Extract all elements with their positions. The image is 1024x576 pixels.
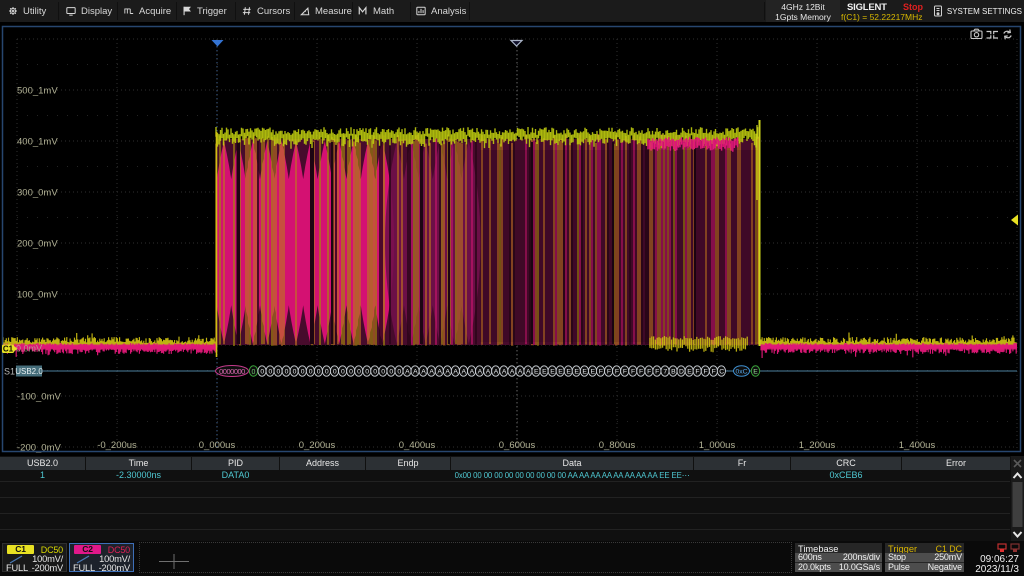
svg-text:200_0mV: 200_0mV — [17, 239, 58, 250]
svg-text:-100_0mV: -100_0mV — [17, 392, 61, 403]
svg-text:E: E — [753, 369, 758, 376]
svg-text:F: F — [615, 369, 619, 376]
svg-text:1_200us: 1_200us — [799, 440, 836, 451]
svg-text:1_400us: 1_400us — [899, 440, 936, 451]
svg-text:0_800us: 0_800us — [599, 440, 636, 451]
svg-text:F: F — [712, 369, 716, 376]
svg-text:F: F — [599, 369, 603, 376]
svg-text:400_1mV: 400_1mV — [17, 137, 58, 148]
svg-text:F: F — [647, 369, 651, 376]
svg-text:0xC: 0xC — [735, 369, 747, 376]
svg-text:F: F — [704, 369, 708, 376]
svg-text:300_0mV: 300_0mV — [17, 188, 58, 199]
svg-text:F: F — [655, 369, 659, 376]
svg-text:USB2.0: USB2.0 — [15, 367, 43, 376]
svg-text:-0_200us: -0_200us — [97, 440, 137, 451]
svg-text:0_000us: 0_000us — [199, 440, 236, 451]
svg-text:C1: C1 — [3, 345, 14, 354]
svg-text:F: F — [639, 369, 643, 376]
svg-text:F: F — [695, 369, 699, 376]
svg-text:F: F — [607, 369, 611, 376]
svg-text:F: F — [623, 369, 627, 376]
svg-text:0.0mV: 0.0mV — [16, 344, 42, 354]
svg-text:500_1mV: 500_1mV — [17, 86, 58, 97]
svg-text:D: D — [679, 369, 684, 376]
svg-text:S1: S1 — [4, 367, 15, 377]
svg-text:0_600us: 0_600us — [499, 440, 536, 451]
svg-text:0_200us: 0_200us — [299, 440, 336, 451]
svg-text:100_0mV: 100_0mV — [17, 290, 58, 301]
svg-text:0000000: 0000000 — [219, 367, 245, 376]
svg-text:1_000us: 1_000us — [699, 440, 736, 451]
svg-text:C: C — [719, 369, 724, 376]
svg-text:0: 0 — [252, 369, 256, 376]
svg-text:F: F — [631, 369, 635, 376]
svg-text:0_400us: 0_400us — [399, 440, 436, 451]
